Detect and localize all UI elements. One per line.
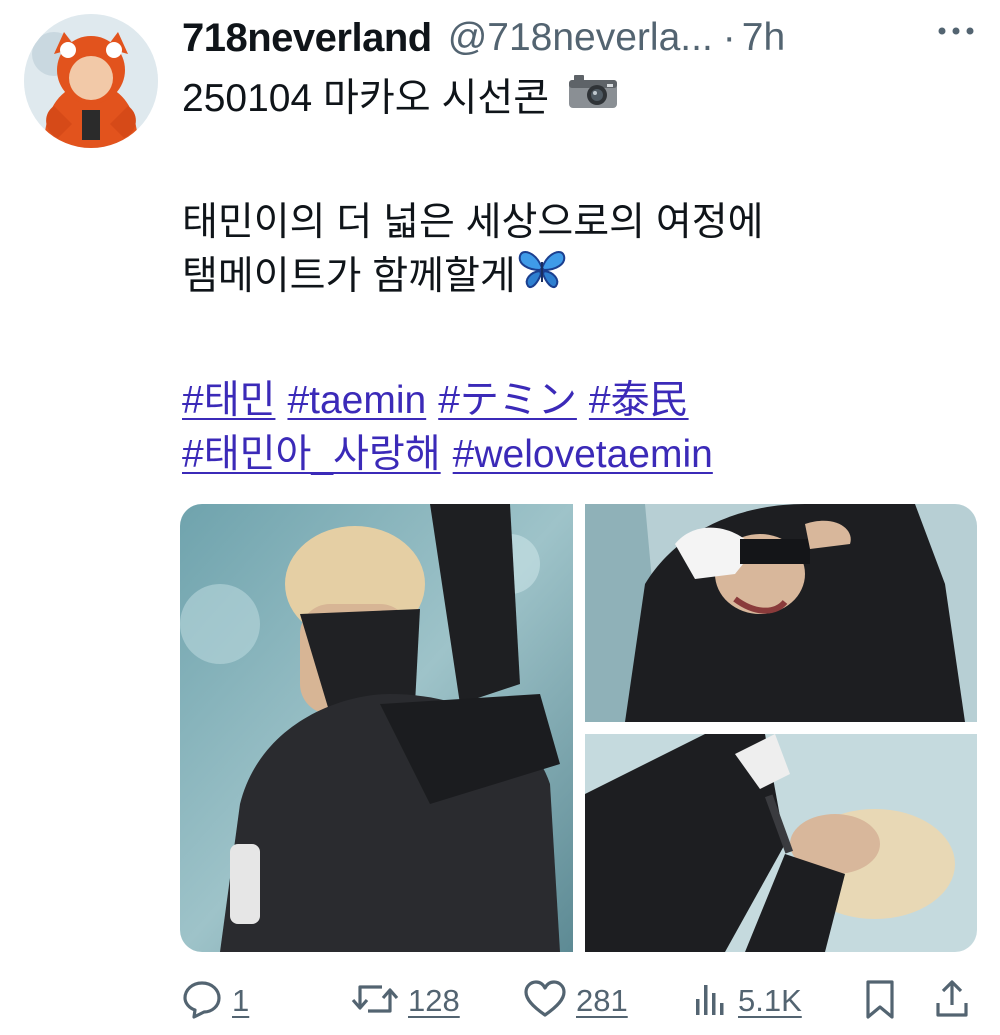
- tweet-line-1: 250104 마카오 시선콘: [182, 72, 972, 126]
- avatar-image: [24, 14, 158, 148]
- hashtag-link[interactable]: #泰民: [589, 374, 689, 428]
- hashtag-link[interactable]: #태민아_사랑해: [182, 428, 441, 482]
- hashtag-row-2: #태민아_사랑해 #welovetaemin: [182, 428, 972, 482]
- reply-count: 1: [232, 983, 250, 1018]
- tweet-line-3: 탬메이트가 함께할게: [182, 250, 972, 304]
- timestamp[interactable]: 7h: [742, 16, 785, 60]
- views-count: 5.1K: [738, 983, 802, 1018]
- reply-icon: [180, 977, 224, 1026]
- bookmark-button[interactable]: [860, 976, 900, 1026]
- user-handle[interactable]: @718neverla...: [448, 16, 713, 60]
- tweet-line-1-text: 250104 마카오 시선콘: [182, 77, 550, 120]
- bookmark-icon: [860, 977, 900, 1026]
- tweet-text: 250104 마카오 시선콘 태민이의 더 넓은 세상으로의 여정에 탬메이트가…: [182, 72, 972, 482]
- media-grid: [180, 504, 977, 952]
- retweet-count: 128: [408, 983, 460, 1018]
- heart-icon: [522, 977, 568, 1026]
- camera-emoji: [567, 72, 619, 126]
- retweet-button[interactable]: 128: [350, 976, 460, 1026]
- action-bar: 1 128 281 5.1K: [180, 976, 980, 1026]
- butterfly-emoji: [518, 248, 566, 307]
- share-button[interactable]: [932, 976, 972, 1026]
- hashtag-row-1: #태민 #taemin #テミン #泰民: [182, 374, 972, 428]
- more-icon[interactable]: [934, 16, 978, 46]
- hashtag-link[interactable]: #welovetaemin: [453, 428, 713, 482]
- tweet-line-2-text: 태민이의 더 넓은 세상으로의 여정에: [182, 201, 764, 244]
- photo-3[interactable]: [585, 734, 977, 952]
- display-name[interactable]: 718neverland: [182, 16, 432, 61]
- photo-2[interactable]: [585, 504, 977, 722]
- tweet-line-2: 태민이의 더 넓은 세상으로의 여정에: [182, 196, 972, 250]
- views-button[interactable]: 5.1K: [690, 976, 802, 1026]
- hashtag-link[interactable]: #taemin: [287, 374, 426, 428]
- share-icon: [932, 977, 972, 1026]
- separator-dot: ·: [722, 16, 736, 59]
- tweet-line-3-text: 탬메이트가 함께할게: [182, 255, 516, 298]
- hashtag-link[interactable]: #태민: [182, 374, 275, 428]
- reply-button[interactable]: 1: [180, 976, 249, 1026]
- like-button[interactable]: 281: [522, 976, 628, 1026]
- tweet-header: 718neverland @718neverla... · 7h: [182, 8, 982, 68]
- like-count: 281: [576, 983, 628, 1018]
- retweet-icon: [350, 977, 400, 1026]
- photo-1[interactable]: [180, 504, 573, 952]
- views-icon: [690, 977, 730, 1026]
- hashtag-link[interactable]: #テミン: [438, 374, 577, 428]
- avatar[interactable]: [24, 14, 158, 148]
